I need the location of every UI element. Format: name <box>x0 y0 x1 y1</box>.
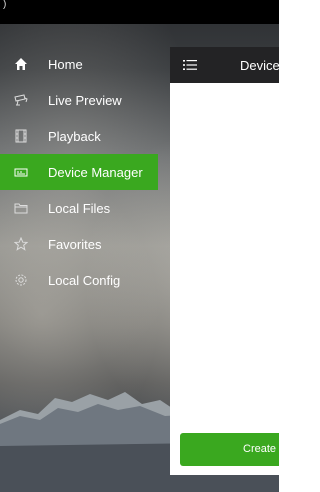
app-screen: ) Home Live Preview Playback Device Mana… <box>0 0 279 492</box>
sidebar-item-local-config[interactable]: Local Config <box>0 262 158 298</box>
menu-list-icon[interactable] <box>183 58 197 72</box>
status-bar: ) <box>0 0 279 24</box>
camera-icon <box>14 93 28 107</box>
sidebar-item-label: Live Preview <box>48 92 122 108</box>
sidebar-item-playback[interactable]: Playback <box>0 118 158 154</box>
sidebar-item-home[interactable]: Home <box>0 46 158 82</box>
star-icon <box>14 237 28 251</box>
device-manager-panel: Device Create <box>170 47 279 475</box>
film-icon <box>14 129 28 143</box>
sidebar-item-label: Home <box>48 56 83 72</box>
sidebar-item-label: Device Manager <box>48 164 143 180</box>
sidebar-item-favorites[interactable]: Favorites <box>0 226 158 262</box>
device-icon <box>14 165 28 179</box>
sidebar-item-label: Favorites <box>48 236 102 252</box>
sidebar-item-local-files[interactable]: Local Files <box>0 190 158 226</box>
sidebar-item-device-manager[interactable]: Device Manager <box>0 154 158 190</box>
sidebar-menu: Home Live Preview Playback Device Manage… <box>0 46 158 298</box>
sidebar-item-label: Playback <box>48 128 101 144</box>
panel-header: Device <box>170 47 279 83</box>
create-button[interactable]: Create <box>180 433 279 466</box>
folder-icon <box>14 201 28 215</box>
page-title: Device <box>240 58 279 73</box>
home-icon <box>14 57 28 71</box>
status-bracket-icon: ) <box>3 0 7 10</box>
gear-icon <box>14 273 28 287</box>
sidebar-item-label: Local Files <box>48 200 111 216</box>
sidebar-item-live-preview[interactable]: Live Preview <box>0 82 158 118</box>
sidebar-item-label: Local Config <box>48 272 121 288</box>
